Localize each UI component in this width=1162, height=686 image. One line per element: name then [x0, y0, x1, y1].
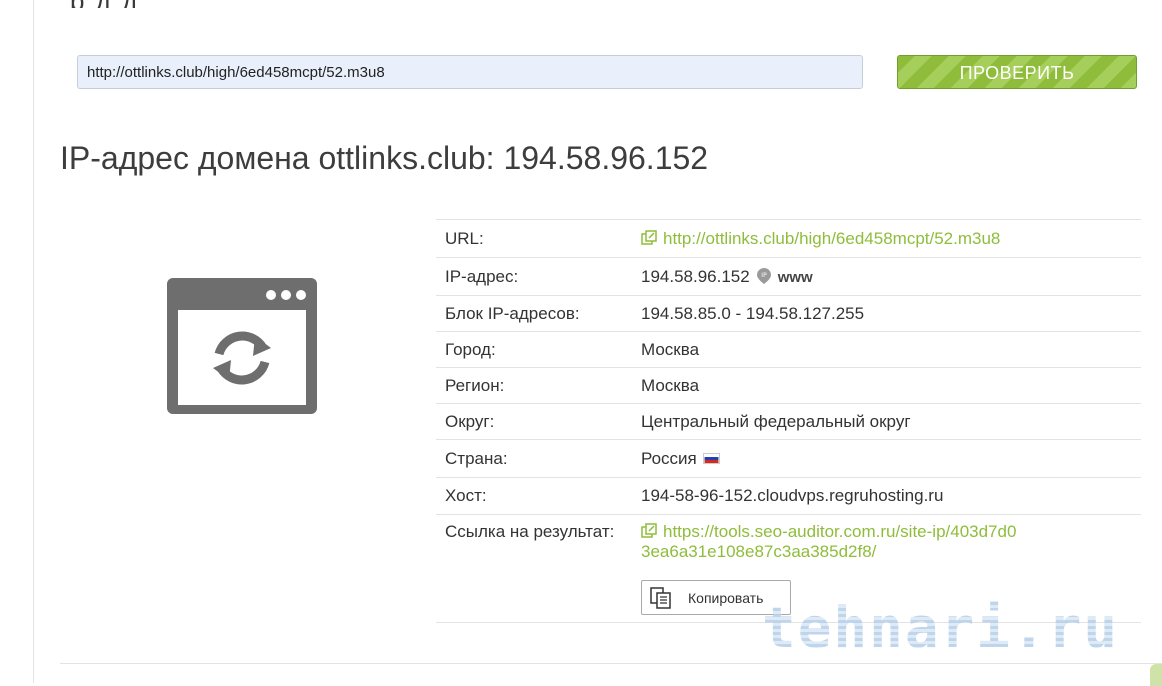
- ip-value: 194.58.96.152: [641, 266, 750, 286]
- city-label: Город:: [445, 339, 496, 359]
- region-label: Регион:: [445, 375, 505, 395]
- url-input[interactable]: [77, 55, 863, 89]
- result-link[interactable]: https://tools.seo-auditor.com.ru/site-ip…: [641, 522, 1016, 561]
- external-link-icon: [641, 229, 657, 245]
- district-value: Центральный федеральный округ: [641, 411, 911, 431]
- cropped-heading: р д д: [70, 0, 450, 8]
- url-label: URL:: [445, 228, 484, 248]
- result-link-wrap: https://tools.seo-auditor.com.ru/site-ip…: [641, 522, 1021, 562]
- country-label: Страна:: [445, 448, 508, 468]
- ip-value-cell: 194.58.96.152 IP www: [641, 267, 1141, 287]
- external-link-icon: [641, 523, 657, 538]
- row-city: Город: Москва: [436, 332, 1141, 368]
- row-district: Округ: Центральный федеральный округ: [436, 404, 1141, 440]
- row-region: Регион: Москва: [436, 368, 1141, 404]
- row-host: Хост: 194-58-96-152.cloudvps.regruhostin…: [436, 478, 1141, 515]
- left-border: [33, 0, 34, 683]
- copy-button-label: Копировать: [688, 589, 764, 606]
- url-link[interactable]: http://ottlinks.club/high/6ed458mcpt/52.…: [663, 229, 1000, 248]
- region-value: Москва: [641, 375, 700, 395]
- browser-window-refresh-icon: [167, 278, 317, 414]
- svg-text:IP: IP: [761, 272, 767, 279]
- host-value: 194-58-96-152.cloudvps.regruhosting.ru: [641, 486, 944, 505]
- russia-flag-icon: [702, 452, 720, 464]
- country-value-cell: Россия: [641, 449, 1141, 469]
- ip-info-table: URL: http://ottlinks.club/high/6ed458mcp…: [436, 219, 1141, 623]
- ip-block-label: Блок IP-адресов:: [445, 303, 580, 323]
- bottom-divider: [60, 663, 1162, 664]
- ip-block-value: 194.58.85.0 - 194.58.127.255: [641, 303, 865, 323]
- url-value-cell: http://ottlinks.club/high/6ed458mcpt/52.…: [641, 229, 1141, 249]
- watermark-logo: tehnari.ru: [762, 596, 1120, 661]
- ip-pin-icon[interactable]: IP: [756, 267, 772, 285]
- ip-label: IP-адрес:: [445, 266, 519, 286]
- row-url: URL: http://ottlinks.club/high/6ed458mcp…: [436, 220, 1141, 258]
- result-link-label: Ссылка на результат:: [445, 522, 615, 541]
- copy-icon: [650, 586, 671, 609]
- district-label: Округ:: [445, 411, 495, 431]
- cropped-heading-text: р д д: [70, 0, 450, 8]
- row-ip: IP-адрес: 194.58.96.152 IP www: [436, 258, 1141, 296]
- row-ip-block: Блок IP-адресов: 194.58.85.0 - 194.58.12…: [436, 296, 1141, 332]
- city-value: Москва: [641, 339, 700, 359]
- row-country: Страна: Россия: [436, 440, 1141, 478]
- www-badge[interactable]: www: [778, 269, 813, 286]
- country-value: Россия: [641, 448, 697, 468]
- check-button[interactable]: ПРОВЕРИТЬ: [897, 55, 1137, 89]
- host-label: Хост:: [445, 486, 487, 505]
- page-title: IP-адрес домена ottlinks.club: 194.58.96…: [60, 140, 709, 176]
